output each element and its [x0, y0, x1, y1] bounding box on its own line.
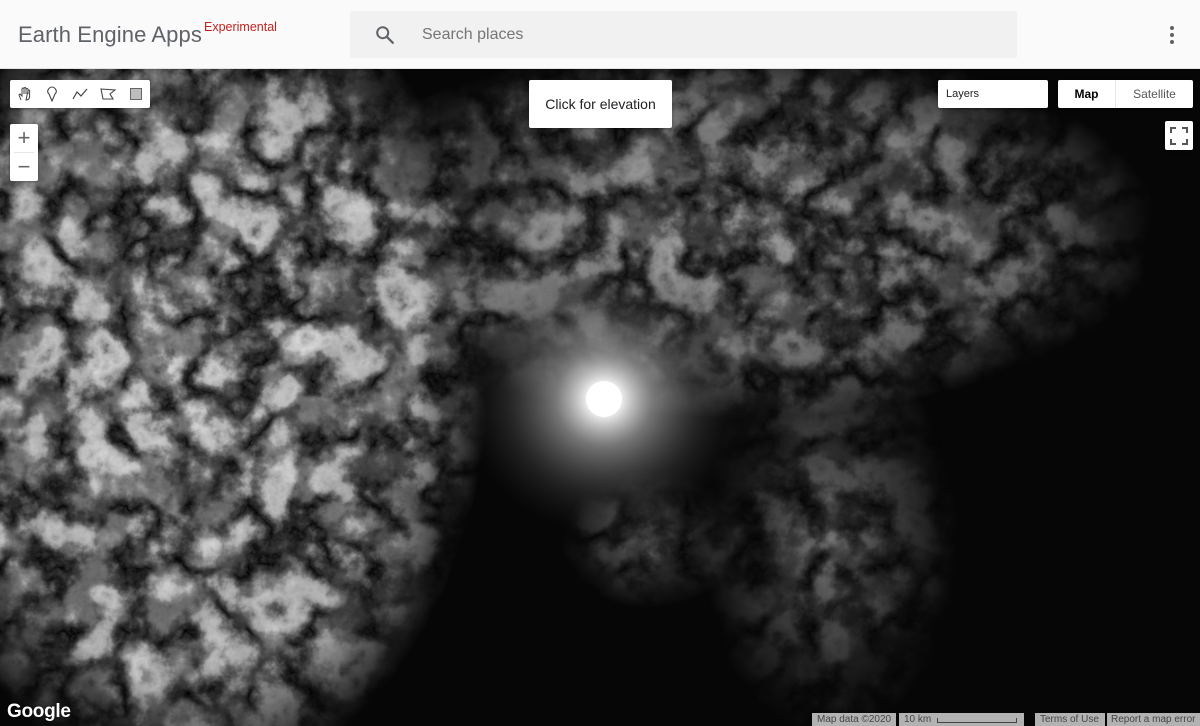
fullscreen-button[interactable]: [1165, 121, 1193, 150]
search-input[interactable]: [422, 11, 982, 58]
map-data-attribution: Map data ©2020: [812, 713, 896, 726]
map-canvas[interactable]: + − Click for elevation Layers Map Satel…: [0, 69, 1200, 726]
experimental-badge: Experimental: [204, 20, 277, 34]
terms-of-use-link[interactable]: Terms of Use: [1035, 713, 1105, 726]
map-type-satellite-button[interactable]: Satellite: [1116, 80, 1193, 108]
map-type-control: Map Satellite: [1058, 80, 1193, 108]
rectangle-icon[interactable]: [122, 80, 150, 108]
scale-label: 10 km: [904, 714, 932, 725]
dot-icon: [1170, 40, 1174, 44]
report-map-error-link[interactable]: Report a map error: [1107, 713, 1200, 726]
dot-icon: [1170, 33, 1174, 37]
line-icon[interactable]: [66, 80, 94, 108]
polygon-icon[interactable]: [94, 80, 122, 108]
marker-icon[interactable]: [38, 80, 66, 108]
elevation-layer: [0, 69, 1200, 726]
dot-icon: [1170, 26, 1174, 30]
layers-dropdown[interactable]: Layers: [938, 80, 1048, 108]
app-title: Earth Engine Apps: [18, 22, 202, 47]
search-bar[interactable]: [350, 11, 1017, 58]
fullscreen-icon: [1170, 126, 1188, 145]
search-icon[interactable]: [374, 24, 396, 46]
google-logo: Google: [7, 701, 71, 722]
zoom-in-button[interactable]: +: [10, 124, 38, 152]
map-type-map-button[interactable]: Map: [1058, 80, 1116, 108]
scale-control[interactable]: 10 km: [899, 713, 1024, 726]
elevation-info-panel: Click for elevation: [529, 80, 672, 128]
hand-icon[interactable]: [10, 80, 38, 108]
app-header: Earth Engine Apps Experimental: [0, 0, 1200, 69]
more-options-button[interactable]: [1160, 22, 1184, 48]
zoom-control: + −: [10, 124, 38, 181]
drawing-toolbar: [10, 80, 150, 108]
zoom-out-button[interactable]: −: [10, 153, 38, 181]
scale-bar: [937, 717, 1018, 723]
